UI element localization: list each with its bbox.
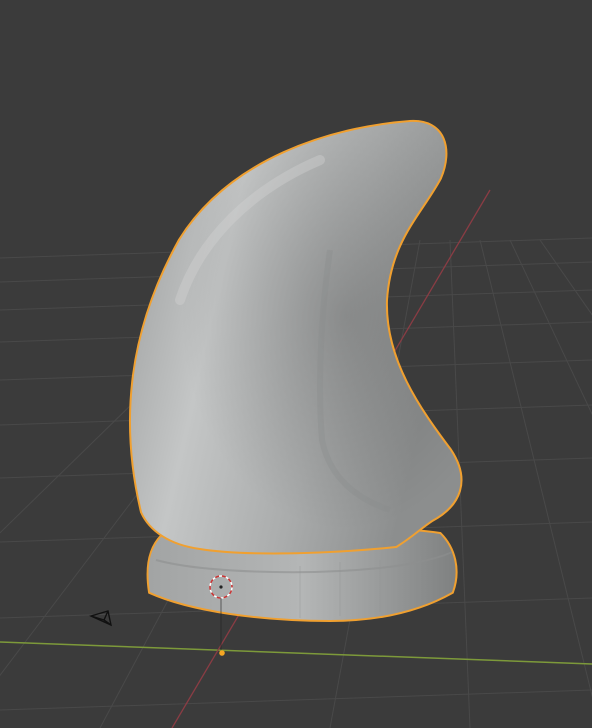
x-axis-line — [0, 641, 592, 665]
horn-shading — [130, 121, 461, 553]
3d-viewport[interactable] — [0, 0, 592, 728]
camera-icon[interactable] — [88, 610, 112, 627]
viewport-canvas[interactable] — [0, 0, 592, 728]
object-origin-marker[interactable] — [219, 650, 225, 656]
horn-mesh-object[interactable] — [129, 119, 463, 623]
